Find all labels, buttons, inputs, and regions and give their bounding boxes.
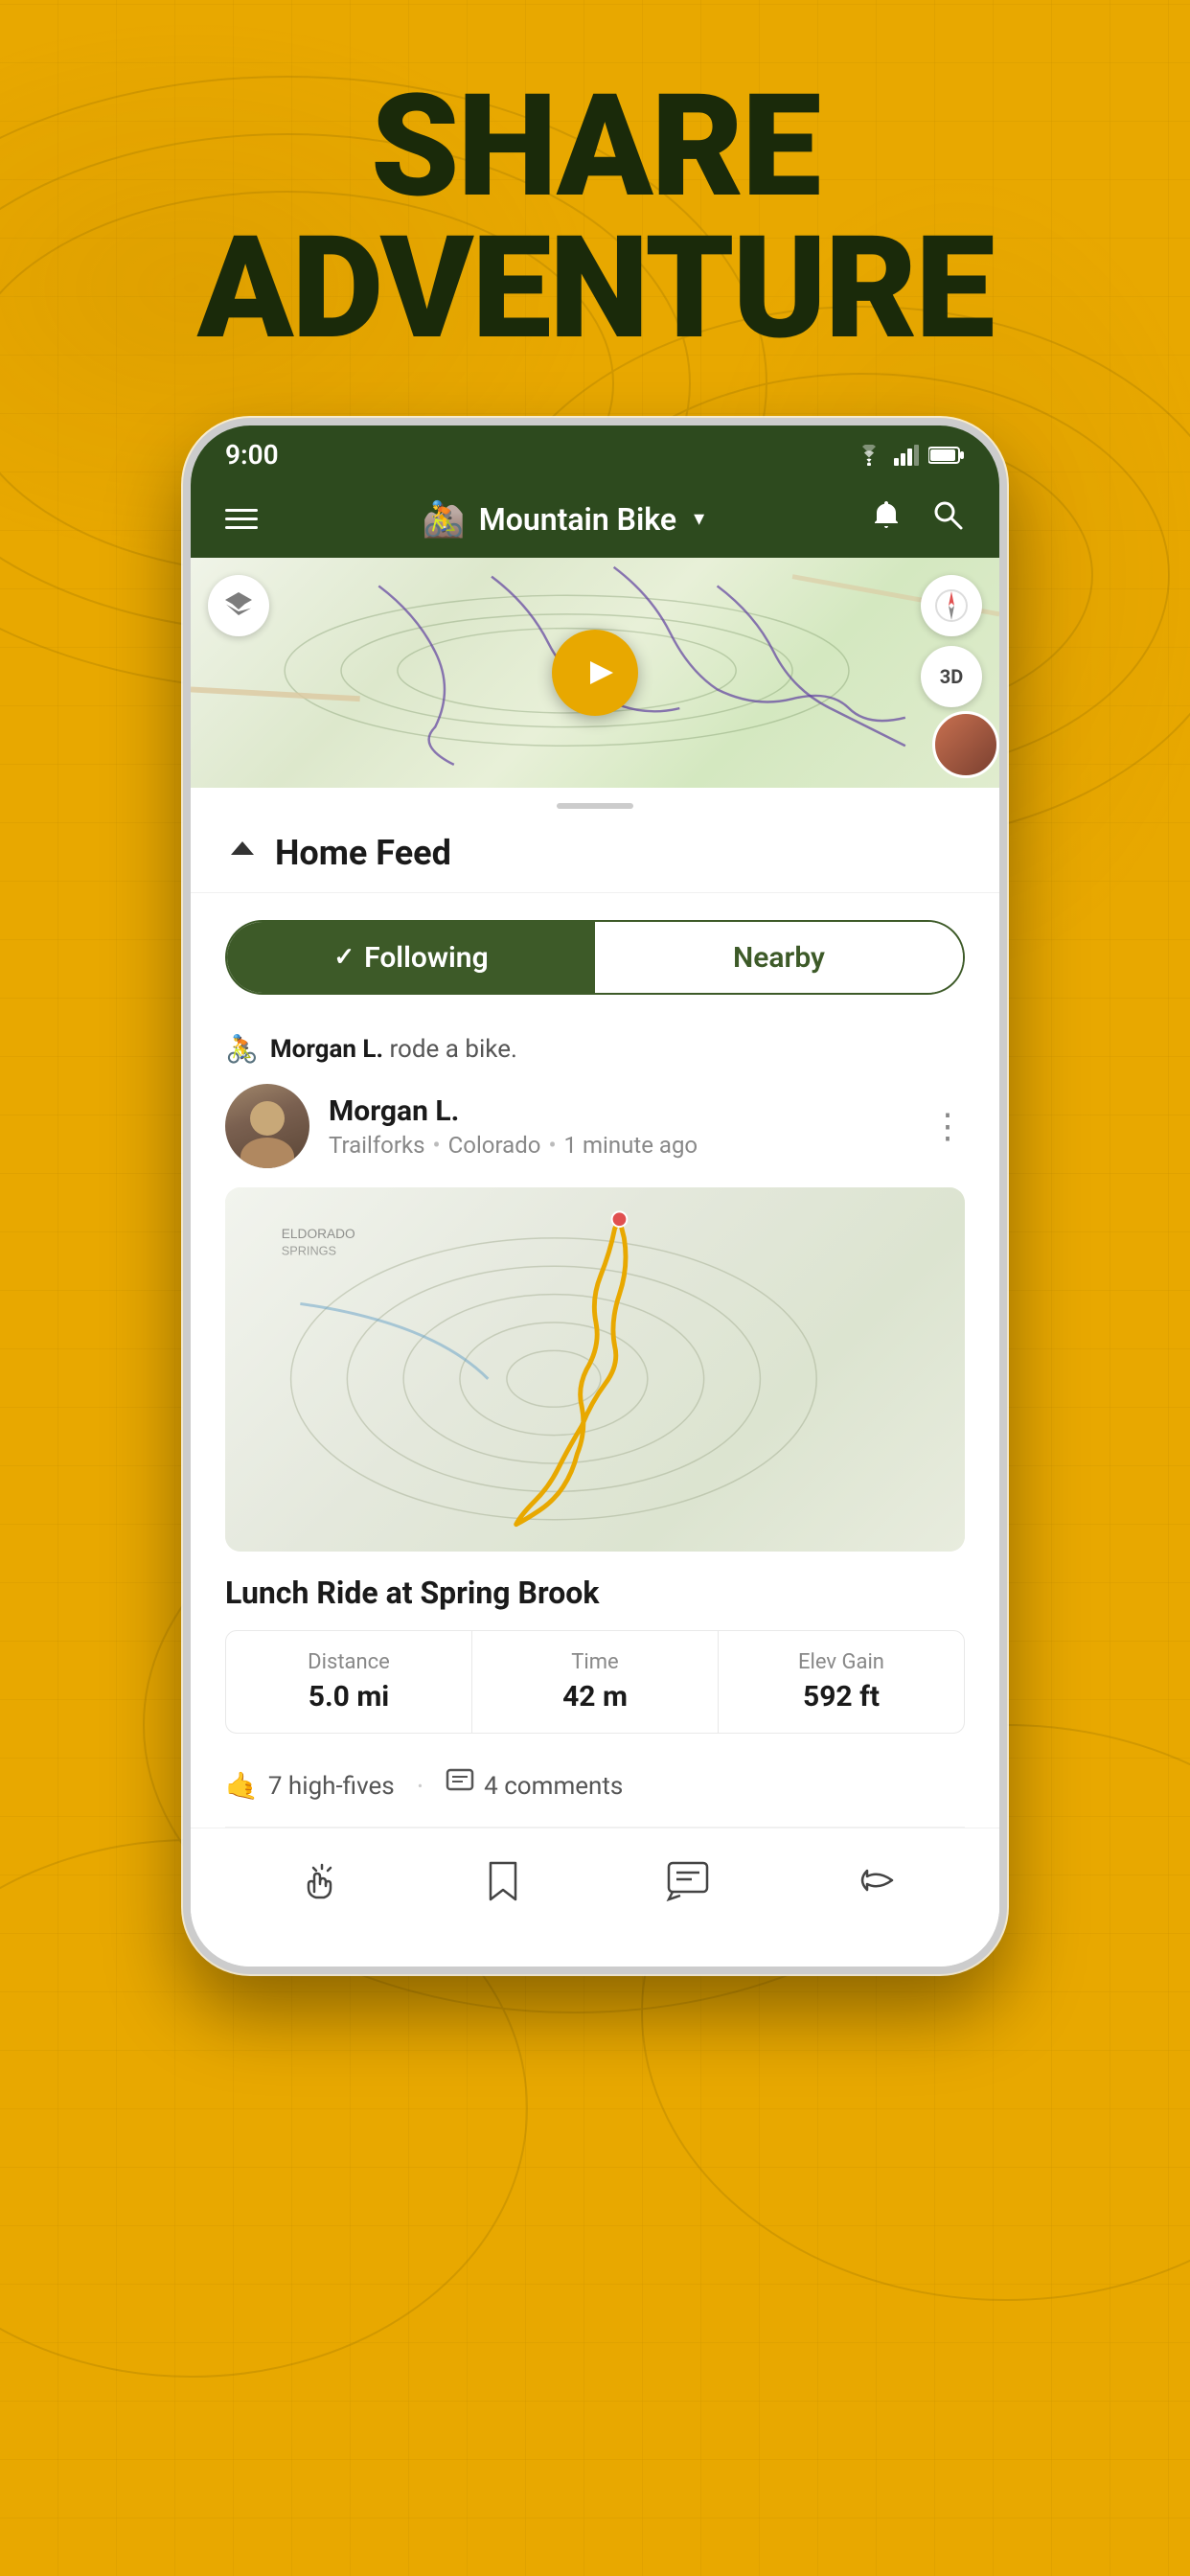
- check-icon: ✓: [333, 943, 355, 972]
- phone-frame: 9:00: [183, 418, 1007, 1974]
- comment-icon: [446, 1768, 474, 1804]
- top-nav: 🚵 Mountain Bike ▾: [191, 480, 999, 558]
- hero-section: SHARE ADVENTURE: [197, 77, 994, 360]
- post-header: Morgan L. Trailforks • Colorado • 1 minu…: [225, 1084, 965, 1168]
- stat-distance: Distance 5.0 mi: [226, 1631, 472, 1733]
- bottom-nav: [191, 1828, 999, 1947]
- tab-selector: ✓ Following Nearby: [225, 920, 965, 995]
- post-time: 1 minute ago: [564, 1132, 698, 1159]
- feed-post: Morgan L. Trailforks • Colorado • 1 minu…: [191, 1084, 999, 1828]
- reaction-separator: •: [418, 1777, 423, 1795]
- nav-share[interactable]: [835, 1852, 911, 1909]
- bell-icon[interactable]: [869, 497, 904, 540]
- meta-dot-1: •: [433, 1132, 441, 1159]
- activity-username[interactable]: Morgan L.: [270, 1035, 383, 1064]
- activity-notification: 🚴 Morgan L. rode a bike.: [191, 1022, 999, 1084]
- svg-text:SPRINGS: SPRINGS: [282, 1243, 336, 1257]
- nav-bookmark[interactable]: [465, 1852, 541, 1909]
- feed-title: Home Feed: [275, 833, 451, 873]
- nav-comment[interactable]: [650, 1852, 726, 1909]
- menu-button[interactable]: [225, 509, 258, 529]
- status-icons: [854, 445, 965, 466]
- high-fives-count: 7 high-fives: [268, 1772, 395, 1801]
- tab-following[interactable]: ✓ Following: [227, 922, 595, 993]
- nav-high-five[interactable]: [280, 1852, 356, 1909]
- 3d-button[interactable]: 3D: [921, 646, 982, 707]
- stats-row: Distance 5.0 mi Time 42 m Elev Gain 592 …: [225, 1630, 965, 1734]
- post-avatar[interactable]: [225, 1084, 309, 1168]
- meta-dot-2: •: [548, 1132, 556, 1159]
- search-icon[interactable]: [930, 497, 965, 540]
- wifi-icon: [854, 445, 884, 466]
- nav-center[interactable]: 🚵 Mountain Bike ▾: [423, 499, 704, 540]
- stat-elev-value: 592 ft: [734, 1680, 949, 1714]
- post-location: Colorado: [448, 1132, 541, 1159]
- phone-mockup: 9:00: [183, 418, 1007, 1974]
- stat-elev: Elev Gain 592 ft: [719, 1631, 964, 1733]
- map-area[interactable]: 3D: [191, 558, 999, 788]
- route-svg: ELDORADO SPRINGS: [225, 1187, 965, 1552]
- svg-text:ELDORADO: ELDORADO: [282, 1227, 355, 1241]
- post-source: Trailforks: [329, 1132, 425, 1159]
- status-bar: 9:00: [191, 426, 999, 480]
- post-user: Morgan L. Trailforks • Colorado • 1 minu…: [225, 1084, 698, 1168]
- high-five-icon: 🤙: [225, 1770, 259, 1802]
- nav-chevron-icon: ▾: [694, 507, 704, 531]
- nav-right-actions: [869, 497, 965, 540]
- 3d-label: 3D: [940, 665, 963, 688]
- stat-time-label: Time: [488, 1650, 702, 1674]
- signal-icon: [894, 445, 919, 466]
- post-user-info: Morgan L. Trailforks • Colorado • 1 minu…: [329, 1094, 698, 1159]
- tab-following-label: Following: [364, 941, 489, 975]
- feed-panel: Home Feed ✓ Following Nearby 🚴 Morgan L.…: [191, 809, 999, 1966]
- battery-icon: [928, 445, 965, 466]
- comments-reaction[interactable]: 4 comments: [446, 1768, 623, 1804]
- status-time: 9:00: [225, 439, 279, 471]
- tab-nearby[interactable]: Nearby: [595, 922, 963, 993]
- post-map[interactable]: ELDORADO SPRINGS: [225, 1187, 965, 1552]
- post-username[interactable]: Morgan L.: [329, 1094, 698, 1128]
- feed-header: Home Feed: [191, 809, 999, 893]
- bike-activity-icon: 🚴: [225, 1033, 259, 1065]
- post-more-button[interactable]: ⋮: [930, 1109, 965, 1143]
- stat-distance-value: 5.0 mi: [241, 1680, 456, 1714]
- activity-action: rode a bike.: [389, 1035, 516, 1064]
- high-fives-reaction[interactable]: 🤙 7 high-fives: [225, 1770, 395, 1802]
- map-user-avatar: [932, 711, 999, 778]
- compass-button[interactable]: [921, 575, 982, 636]
- stat-time-value: 42 m: [488, 1680, 702, 1714]
- reactions-row: 🤙 7 high-fives • 4 comments: [225, 1757, 965, 1828]
- play-button[interactable]: [552, 630, 638, 716]
- mountain-bike-icon: 🚵: [423, 499, 466, 540]
- stat-time: Time 42 m: [472, 1631, 719, 1733]
- stat-elev-label: Elev Gain: [734, 1650, 949, 1674]
- comments-count: 4 comments: [484, 1772, 623, 1801]
- tab-nearby-label: Nearby: [733, 941, 825, 975]
- collapse-icon[interactable]: [225, 832, 260, 873]
- activity-text: Morgan L. rode a bike.: [270, 1035, 517, 1064]
- post-title: Lunch Ride at Spring Brook: [225, 1575, 965, 1611]
- layers-button[interactable]: [208, 575, 269, 636]
- avatar-image: [225, 1084, 309, 1168]
- stat-distance-label: Distance: [241, 1650, 456, 1674]
- hero-title-line2: ADVENTURE: [197, 218, 994, 360]
- hero-title-line1: SHARE: [197, 77, 994, 218]
- nav-title: Mountain Bike: [479, 501, 676, 538]
- post-meta: Trailforks • Colorado • 1 minute ago: [329, 1132, 698, 1159]
